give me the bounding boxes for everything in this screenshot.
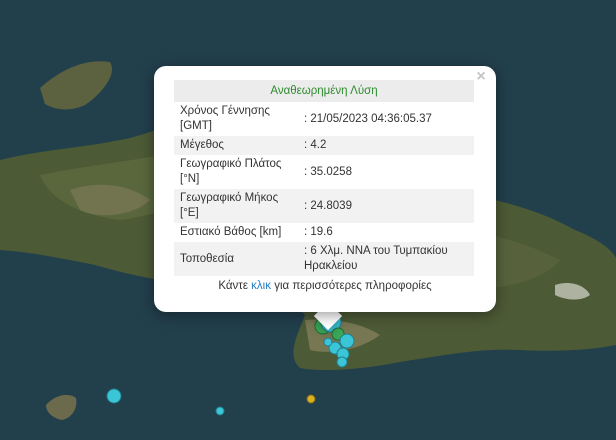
more-info-footer: Κάντε κλικ για περισσότερες πληροφορίες bbox=[154, 280, 496, 292]
table-row: Τοποθεσία : 6 Χλμ. ΝΝΑ του Τυμπακίου Ηρα… bbox=[174, 242, 474, 276]
more-info-link[interactable]: κλικ bbox=[251, 280, 271, 292]
table-row: Γεωγραφικό Μήκος [°E] : 24.8039 bbox=[174, 189, 474, 223]
quake-marker[interactable] bbox=[306, 394, 316, 404]
quake-details-table: Αναθεωρημένη Λύση Χρόνος Γέννησης [GMT] … bbox=[174, 80, 474, 276]
table-row: Εστιακό Βάθος [km] : 19.6 bbox=[174, 223, 474, 242]
quake-marker[interactable] bbox=[215, 406, 225, 416]
table-row: Χρόνος Γέννησης [GMT] : 21/05/2023 04:36… bbox=[174, 102, 474, 136]
footer-suffix: για περισσότερες πληροφορίες bbox=[274, 280, 432, 292]
quake-marker[interactable] bbox=[106, 388, 122, 404]
latitude-label: Γεωγραφικό Πλάτος [°N] bbox=[180, 158, 282, 185]
popup-title: Αναθεωρημένη Λύση bbox=[174, 80, 474, 102]
quake-marker[interactable] bbox=[339, 333, 355, 349]
depth-label: Εστιακό Βάθος [km] bbox=[180, 226, 282, 238]
origin-time-value: : 21/05/2023 04:36:05.37 bbox=[304, 112, 432, 125]
longitude-value: : 24.8039 bbox=[298, 189, 474, 223]
longitude-label: Γεωγραφικό Μήκος [°E] bbox=[174, 189, 298, 223]
quake-info-popup: × Αναθεωρημένη Λύση Χρόνος Γέννησης [GMT… bbox=[154, 66, 496, 312]
table-row: Γεωγραφικό Πλάτος [°N] : 35.0258 bbox=[174, 155, 474, 189]
magnitude-label: Μέγεθος bbox=[174, 136, 298, 155]
quake-marker[interactable] bbox=[323, 337, 333, 347]
latitude-value: : 35.0258 bbox=[304, 165, 352, 178]
depth-value: : 19.6 bbox=[304, 226, 333, 238]
quake-marker[interactable] bbox=[336, 356, 348, 368]
footer-prefix: Κάντε bbox=[218, 280, 248, 292]
origin-time-label: Χρόνος Γέννησης [GMT] bbox=[180, 105, 270, 132]
table-row: Μέγεθος : 4.2 bbox=[174, 136, 474, 155]
close-icon[interactable]: × bbox=[472, 68, 490, 86]
location-value: : 6 Χλμ. ΝΝΑ του Τυμπακίου Ηρακλείου bbox=[298, 242, 474, 276]
magnitude-value: : 4.2 bbox=[298, 136, 474, 155]
location-label: Τοποθεσία bbox=[174, 242, 298, 276]
